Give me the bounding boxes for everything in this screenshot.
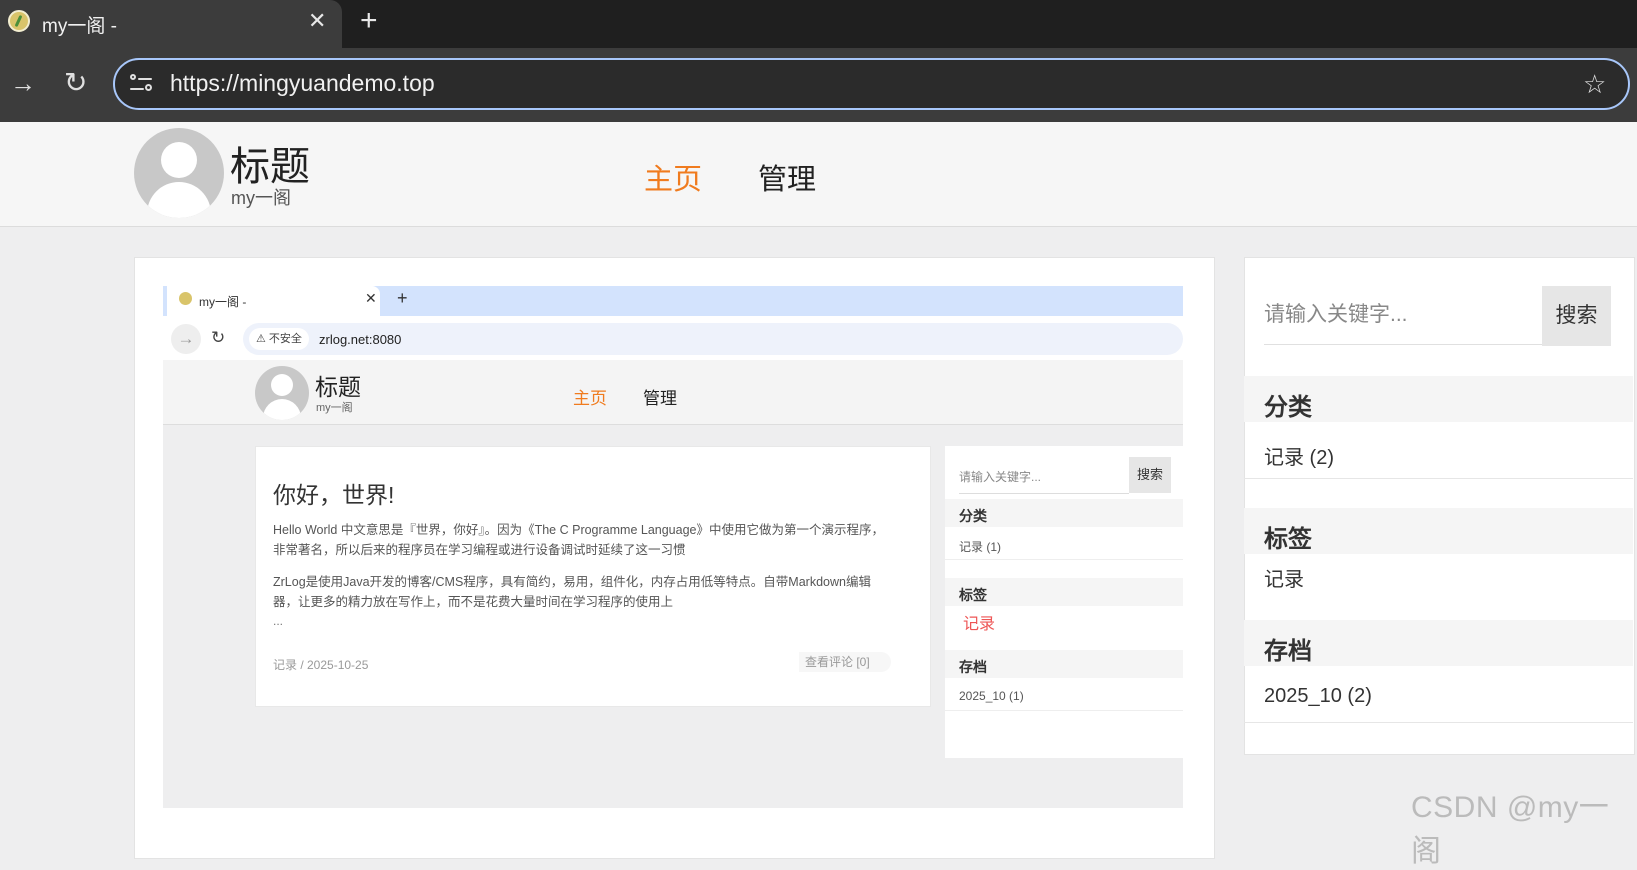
- embedded-nav-admin: 管理: [643, 389, 677, 408]
- embedded-archive-heading: 存档: [959, 659, 987, 675]
- tab-title: my一阁 -: [42, 16, 117, 37]
- embedded-nav-home: 主页: [573, 389, 607, 408]
- embedded-tag-item: 记录: [963, 616, 996, 633]
- site-subtitle: my一阁: [231, 188, 291, 208]
- embedded-forward-icon: →: [171, 324, 201, 354]
- embedded-tab-title: my一阁 -: [199, 295, 247, 309]
- embedded-post-paragraph: ZrLog是使用Java开发的博客/CMS程序，具有简约，易用，组件化，内存占用…: [273, 575, 871, 609]
- embedded-new-tab-icon: +: [397, 288, 408, 308]
- embedded-category-heading: 分类: [959, 508, 987, 524]
- embedded-comment-link: 查看评论 [0]: [799, 652, 891, 672]
- embedded-search-button: 搜索: [1129, 457, 1171, 493]
- nav-home[interactable]: 主页: [644, 156, 702, 198]
- address-url[interactable]: https://mingyuandemo.top: [170, 70, 435, 97]
- embedded-favicon-icon: [179, 292, 192, 305]
- forward-arrow-icon[interactable]: →: [10, 68, 36, 99]
- embedded-post-title: 你好，世界!: [273, 482, 395, 508]
- reload-icon[interactable]: ↻: [64, 66, 87, 99]
- embedded-archive-item: 2025_10 (1): [959, 689, 1024, 703]
- archive-item[interactable]: 2025_10 (2): [1264, 685, 1372, 708]
- category-heading: 分类: [1264, 394, 1312, 421]
- embedded-divider: [945, 710, 1183, 711]
- sidebar-divider: [1244, 478, 1633, 479]
- close-tab-icon[interactable]: ✕: [308, 8, 326, 34]
- embedded-divider: [945, 559, 1183, 560]
- embedded-tag-heading: 标签: [959, 587, 987, 603]
- embedded-post-ellipsis: ...: [273, 614, 284, 628]
- site-favicon-icon: [8, 10, 30, 32]
- new-tab-icon[interactable]: +: [360, 4, 378, 38]
- tag-heading: 标签: [1264, 526, 1312, 553]
- embedded-site-subtitle: my一阁: [316, 402, 353, 414]
- site-settings-icon[interactable]: [130, 74, 152, 94]
- search-button[interactable]: 搜索: [1542, 286, 1611, 346]
- nav-admin[interactable]: 管理: [758, 156, 816, 198]
- embedded-site-title: 标题: [315, 374, 361, 400]
- search-input[interactable]: 请输入关键字...: [1264, 286, 1542, 345]
- embedded-post-paragraph: Hello World 中文意思是『世界，你好』。因为《The C Progra…: [273, 523, 884, 557]
- embedded-post-meta: 记录 / 2025-10-25: [273, 658, 369, 672]
- sidebar-divider: [1244, 722, 1633, 723]
- embedded-close-icon: ✕: [365, 290, 377, 306]
- embedded-insecure-badge: ⚠ 不安全: [249, 328, 309, 350]
- csdn-watermark: CSDN @my一阁: [1411, 791, 1610, 868]
- embedded-search-input: 请输入关键字...: [959, 461, 1129, 494]
- archive-heading: 存档: [1264, 638, 1312, 665]
- embedded-url: zrlog.net:8080: [319, 332, 402, 347]
- bookmark-star-icon[interactable]: ☆: [1583, 69, 1606, 100]
- embedded-reload-icon: ↻: [211, 328, 226, 347]
- avatar: [134, 128, 224, 218]
- embedded-category-item: 记录 (1): [959, 540, 1002, 554]
- category-item[interactable]: 记录 (2): [1264, 441, 1334, 470]
- embedded-avatar: [255, 366, 309, 420]
- tag-item[interactable]: 记录: [1264, 563, 1304, 592]
- embedded-screenshot: my一阁 - ✕ + → ↻ ⚠ 不安全 zrlog.net:8080 标题 m…: [163, 286, 1183, 808]
